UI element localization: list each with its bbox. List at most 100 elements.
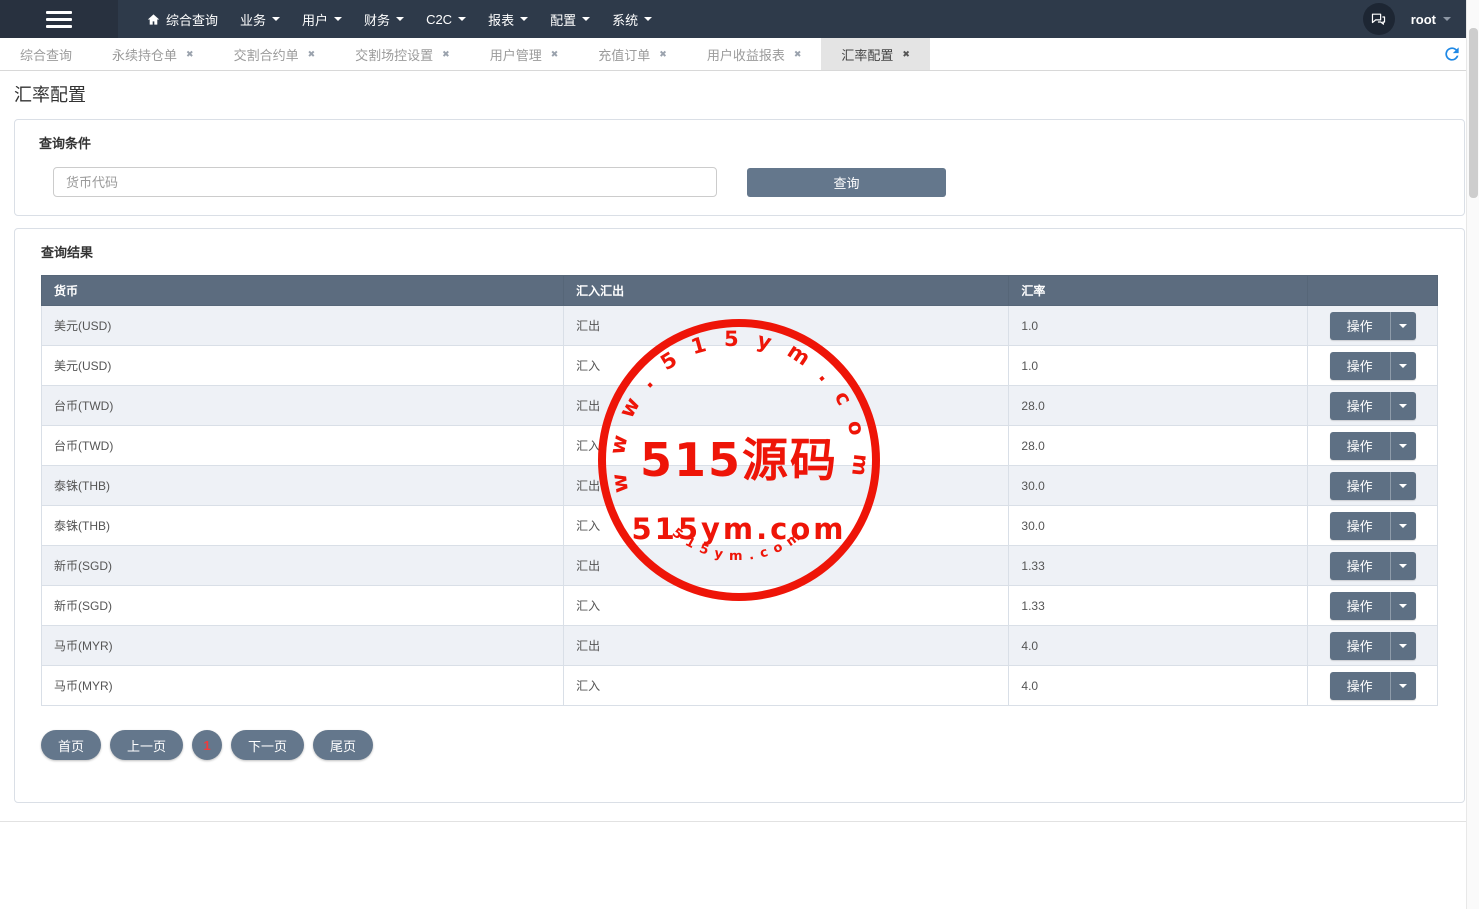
first-page-button[interactable]: 首页 [41, 730, 102, 760]
cell-actions: 操作 [1307, 505, 1438, 546]
query-panel: 查询条件 查询 [14, 119, 1465, 216]
row-action-button[interactable]: 操作 [1329, 551, 1416, 580]
cell-currency: 台币(TWD) [40, 385, 565, 426]
last-page-button[interactable]: 尾页 [313, 730, 374, 760]
tab-bar: 综合查询 永续持仓单 ✖ 交割合约单 ✖ 交割场控设置 ✖ 用户管理 ✖ 充值订单 ✖ 用户收益报表 ✖… [0, 38, 1479, 71]
row-action-button[interactable]: 操作 [1329, 391, 1416, 420]
hamburger-icon [46, 10, 72, 28]
prev-page-button[interactable]: 上一页 [110, 730, 184, 760]
cell-actions: 操作 [1307, 545, 1438, 586]
sidebar-toggle-button[interactable] [0, 0, 118, 38]
nav-item-label: C2C [426, 11, 453, 27]
next-page-button[interactable]: 下一页 [231, 730, 305, 760]
row-action-button[interactable]: 操作 [1329, 431, 1416, 460]
refresh-button[interactable] [1442, 44, 1462, 64]
chevron-down-icon [1399, 603, 1408, 608]
cell-rate: 30.0 [1008, 465, 1309, 506]
chevron-down-icon [1399, 643, 1408, 648]
row-action-dropdown-toggle[interactable] [1389, 311, 1416, 340]
cell-currency: 美元(USD) [40, 305, 565, 346]
nav-item-1[interactable]: 综合查询 [136, 0, 229, 38]
row-action-dropdown-toggle[interactable] [1389, 351, 1416, 380]
tabs-container: 综合查询 永续持仓单 ✖ 交割合约单 ✖ 交割场控设置 ✖ 用户管理 ✖ 充值订单 ✖ 用户收益报表 ✖… [0, 38, 930, 70]
row-action-button[interactable]: 操作 [1329, 511, 1416, 540]
row-action-dropdown-toggle[interactable] [1389, 631, 1416, 660]
cell-rate: 30.0 [1008, 505, 1309, 546]
close-icon[interactable]: ✖ [902, 49, 910, 59]
tab-6[interactable]: 充值订单 ✖ [578, 38, 687, 70]
cell-direction: 汇入 [563, 345, 1010, 386]
close-icon[interactable]: ✖ [186, 49, 194, 59]
cell-rate: 1.33 [1008, 585, 1309, 626]
nav-item-3[interactable]: 用户 [291, 0, 353, 38]
column-header-actions [1307, 275, 1438, 306]
row-action-button[interactable]: 操作 [1329, 631, 1416, 660]
home-icon [147, 13, 160, 25]
nav-menu: 综合查询 业务 用户 财务 C2C 报表 配置 系统 [136, 0, 663, 38]
nav-item-4[interactable]: 财务 [353, 0, 415, 38]
table-row: 泰铢(THB) 汇入 30.0 操作 [40, 505, 1438, 546]
row-action-dropdown-toggle[interactable] [1389, 391, 1416, 420]
row-action-dropdown-toggle[interactable] [1389, 551, 1416, 580]
nav-item-label: 财务 [364, 12, 391, 28]
close-icon[interactable]: ✖ [551, 49, 559, 59]
tab-label: 综合查询 [20, 47, 73, 63]
nav-item-5[interactable]: C2C [415, 0, 477, 38]
row-action-dropdown-toggle[interactable] [1389, 671, 1416, 700]
tab-7[interactable]: 用户收益报表 ✖ [687, 38, 822, 70]
row-action-button[interactable]: 操作 [1329, 351, 1416, 380]
row-action-dropdown-toggle[interactable] [1389, 511, 1416, 540]
chevron-down-icon [1399, 523, 1408, 528]
row-action-label: 操作 [1346, 359, 1373, 374]
row-action-dropdown-toggle[interactable] [1389, 591, 1416, 620]
cell-direction: 汇出 [563, 625, 1010, 666]
nav-item-label: 业务 [240, 12, 267, 28]
column-header-direction: 汇入汇出 [563, 275, 1010, 306]
query-panel-title: 查询条件 [39, 136, 92, 151]
close-icon[interactable]: ✖ [308, 49, 316, 59]
nav-item-6[interactable]: 报表 [477, 0, 539, 38]
row-action-button[interactable]: 操作 [1329, 591, 1416, 620]
cell-rate: 4.0 [1008, 665, 1309, 706]
navbar-right: root [1362, 0, 1479, 38]
row-action-button[interactable]: 操作 [1329, 311, 1416, 340]
current-page-button[interactable]: 1 [192, 730, 223, 760]
close-icon[interactable]: ✖ [659, 49, 667, 59]
cell-currency: 马币(MYR) [40, 625, 565, 666]
cell-rate: 4.0 [1008, 625, 1309, 666]
chevron-down-icon [396, 17, 405, 21]
tab-2[interactable]: 永续持仓单 ✖ [92, 38, 214, 70]
nav-item-7[interactable]: 配置 [539, 0, 601, 38]
table-row: 美元(USD) 汇出 1.0 操作 [40, 305, 1438, 346]
cell-actions: 操作 [1307, 585, 1438, 626]
vertical-scrollbar[interactable] [1466, 0, 1479, 909]
nav-item-2[interactable]: 业务 [229, 0, 291, 38]
cell-direction: 汇入 [563, 505, 1010, 546]
currency-code-input[interactable] [53, 167, 717, 197]
table-row: 新币(SGD) 汇出 1.33 操作 [40, 545, 1438, 586]
tab-8[interactable]: 汇率配置 ✖ [821, 38, 930, 70]
row-action-button[interactable]: 操作 [1329, 671, 1416, 700]
rates-table: 货币 汇入汇出 汇率 美元(USD) 汇出 1.0 操作 美元(USD) 汇入 1.0 操作台… [40, 275, 1438, 706]
user-menu[interactable]: root [1411, 12, 1451, 27]
cell-direction: 汇入 [563, 665, 1010, 706]
tab-label: 永续持仓单 [112, 47, 178, 63]
pagination: 首页 上一页 1 下一页 尾页 [41, 730, 1438, 760]
nav-item-label: 系统 [612, 12, 639, 28]
messages-button[interactable] [1362, 3, 1395, 35]
nav-item-8[interactable]: 系统 [601, 0, 663, 38]
cell-currency: 马币(MYR) [40, 665, 565, 706]
nav-item-label: 配置 [550, 12, 577, 28]
row-action-dropdown-toggle[interactable] [1389, 431, 1416, 460]
row-action-dropdown-toggle[interactable] [1389, 471, 1416, 500]
search-button[interactable]: 查询 [747, 167, 946, 197]
cell-direction: 汇入 [563, 585, 1010, 626]
tab-1[interactable]: 综合查询 [0, 38, 92, 70]
row-action-button[interactable]: 操作 [1329, 471, 1416, 500]
tab-3[interactable]: 交割合约单 ✖ [214, 38, 336, 70]
scrollbar-thumb[interactable] [1469, 28, 1478, 198]
tab-5[interactable]: 用户管理 ✖ [470, 38, 579, 70]
tab-4[interactable]: 交割场控设置 ✖ [335, 38, 470, 70]
close-icon[interactable]: ✖ [794, 49, 802, 59]
close-icon[interactable]: ✖ [442, 49, 450, 59]
